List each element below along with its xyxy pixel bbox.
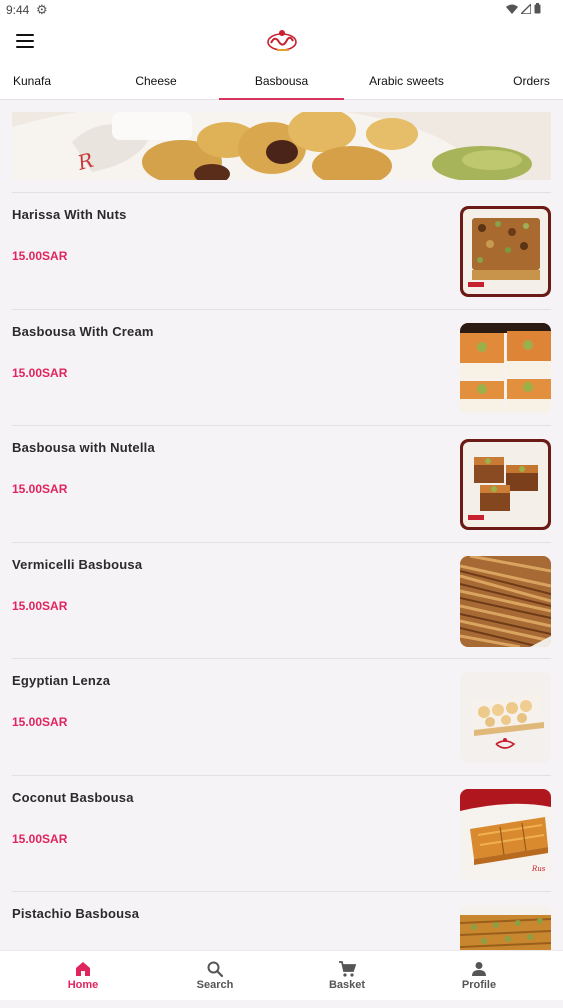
product-name: Basbousa With Cream	[12, 323, 154, 339]
product-price: 15.00SAR	[12, 482, 68, 496]
product-name: Egyptian Lenza	[12, 673, 111, 688]
product-image	[460, 206, 551, 297]
product-price: 15.00SAR	[12, 365, 68, 380]
tab-arabic-sweets[interactable]: Arabic sweets	[344, 64, 469, 100]
product-name: Harissa With Nuts	[12, 207, 127, 222]
product-image	[460, 672, 551, 763]
product-name: Pistachio Basbousa	[12, 906, 140, 921]
product-item[interactable]: Coconut Basbousa 15.00SAR Rus	[12, 774, 551, 892]
tab-orders[interactable]: Orders	[500, 64, 563, 100]
product-price: 15.00SAR	[12, 831, 68, 846]
brand-logo	[267, 30, 297, 51]
product-image	[460, 322, 551, 414]
product-item[interactable]: Egyptian Lenza 15.00SAR	[12, 658, 551, 775]
settings-gear-icon: ⚙	[36, 2, 48, 17]
product-item[interactable]: Basbousa with Nutella 15.00SAR	[12, 425, 551, 542]
system-icons	[506, 3, 541, 14]
search-icon	[207, 961, 224, 978]
wifi-icon	[506, 4, 518, 14]
app-bar	[0, 20, 563, 64]
tab-basbousa[interactable]: Basbousa	[219, 64, 344, 100]
basket-icon	[339, 961, 356, 977]
product-name: Coconut Basbousa	[12, 789, 134, 805]
nav-home[interactable]: Home	[18, 951, 148, 1001]
status-bar: 9:44 ⚙	[0, 0, 563, 20]
tab-kunafa[interactable]: Kunafa	[0, 64, 64, 100]
battery-icon	[534, 3, 541, 14]
product-name: Basbousa with Nutella	[12, 440, 155, 455]
nav-search[interactable]: Search	[150, 951, 280, 1001]
home-icon	[76, 962, 90, 976]
nav-basket-label: Basket	[328, 979, 366, 991]
product-image: Rus	[460, 788, 551, 880]
tab-cheese[interactable]: Cheese	[92, 64, 220, 100]
product-price: 15.00SAR	[12, 715, 68, 729]
svg-text:Rus: Rus	[531, 865, 546, 873]
category-banner-image: R	[12, 112, 551, 180]
nav-profile[interactable]: Profile	[414, 951, 544, 1001]
hamburger-menu-icon[interactable]	[16, 34, 34, 48]
product-item[interactable]: Vermicelli Basbousa 15.00SAR	[12, 541, 551, 659]
product-price: 15.00SAR	[12, 598, 68, 613]
status-time: 9:44	[6, 3, 30, 17]
bottom-navigation: Home Search Basket Profile	[0, 950, 563, 1000]
product-list: Harissa With Nuts 15.00SAR Basbousa With…	[12, 192, 551, 1008]
product-item[interactable]: Basbousa With Cream 15.00SAR	[12, 308, 551, 426]
signal-icon	[521, 3, 531, 14]
product-price: 15.00SAR	[12, 249, 68, 263]
profile-icon	[472, 962, 486, 976]
product-name: Vermicelli Basbousa	[12, 556, 143, 572]
product-image	[460, 555, 551, 647]
nav-home-label: Home	[67, 979, 99, 991]
nav-basket[interactable]: Basket	[282, 951, 412, 1001]
nav-search-label: Search	[196, 979, 234, 991]
product-item[interactable]: Harissa With Nuts 15.00SAR	[12, 192, 551, 309]
category-tabs: Kunafa Cheese Basbousa Arabic sweets Ord…	[0, 64, 563, 100]
nav-profile-label: Profile	[461, 979, 497, 991]
product-image	[460, 439, 551, 530]
